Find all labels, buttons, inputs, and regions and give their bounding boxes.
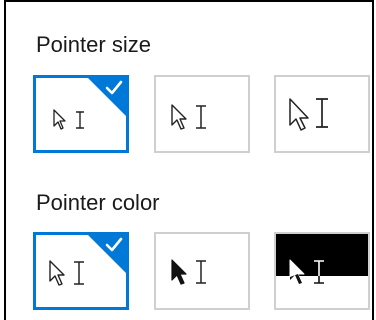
checkmark-icon <box>105 237 123 252</box>
pointer-color-white-option[interactable] <box>33 232 129 310</box>
pointer-preview-icon <box>171 104 206 130</box>
pointer-preview-icon <box>289 98 328 131</box>
pointer-color-black-option[interactable] <box>154 232 250 310</box>
pointer-preview-icon <box>289 259 324 285</box>
pointer-size-heading: Pointer size <box>36 32 151 57</box>
pointer-size-large-option[interactable] <box>274 75 370 153</box>
pointer-color-inverted-option[interactable] <box>274 232 370 310</box>
pointer-size-medium-option[interactable] <box>154 75 250 153</box>
checkmark-icon <box>105 80 123 95</box>
pointer-size-small-option[interactable] <box>33 75 129 153</box>
pointer-preview-icon <box>171 259 206 285</box>
pointer-settings-panel: Pointer size Pointer color <box>4 0 374 320</box>
pointer-color-heading: Pointer color <box>36 190 160 215</box>
